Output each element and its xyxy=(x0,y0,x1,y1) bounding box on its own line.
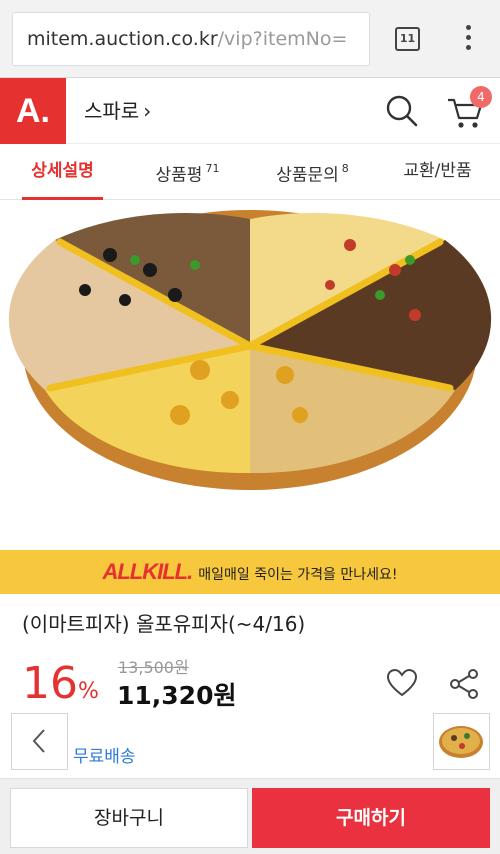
product-image[interactable] xyxy=(0,200,500,550)
discount-number: 16 xyxy=(22,658,78,709)
banner-text: 매일매일 죽이는 가격을 만나세요! xyxy=(198,567,398,583)
product-thumbnail[interactable] xyxy=(433,713,490,770)
chevron-right-icon: › xyxy=(143,99,152,123)
auction-logo[interactable]: A. xyxy=(0,78,66,144)
buy-now-button[interactable]: 구매하기 xyxy=(252,788,490,848)
heart-icon[interactable] xyxy=(386,668,418,698)
allkill-logo: ALLKILL. xyxy=(102,559,193,584)
discount-unit: % xyxy=(78,679,99,704)
allkill-banner[interactable]: ALLKILL. 매일매일 죽이는 가격을 만나세요! xyxy=(0,550,500,594)
url-host: mitem.auction.co.kr xyxy=(27,28,218,50)
product-title: (이마트피자) 올포유피자(~4/16) xyxy=(22,612,306,636)
tab-label: 상세설명 xyxy=(31,161,94,181)
cart-count-badge: 4 xyxy=(470,86,492,108)
store-link[interactable]: 스파로 › xyxy=(84,78,151,144)
discount-rate: 16% xyxy=(22,656,99,720)
tab-switcher-button[interactable]: 11 xyxy=(395,27,420,51)
share-icon[interactable] xyxy=(449,668,479,700)
add-to-cart-button[interactable]: 장바구니 xyxy=(10,788,248,848)
tab-label: 교환/반품 xyxy=(403,161,472,181)
sale-price: 11,320원 xyxy=(117,681,237,710)
tab-returns[interactable]: 교환/반품 xyxy=(375,144,500,199)
tab-label: 상품문의 xyxy=(276,165,339,186)
browser-toolbar: mitem.auction.co.kr/vip?itemNo= 11 xyxy=(0,0,500,78)
url-path: /vip?itemNo= xyxy=(217,28,348,50)
address-bar[interactable]: mitem.auction.co.kr/vip?itemNo= xyxy=(12,12,370,66)
previous-button[interactable] xyxy=(11,713,68,770)
tab-reviews[interactable]: 상품평 71 xyxy=(125,144,250,199)
tab-count: 71 xyxy=(205,162,220,175)
bottom-action-bar: 장바구니 구매하기 xyxy=(0,778,500,854)
store-name: 스파로 xyxy=(84,99,140,123)
tab-questions[interactable]: 상품문의 8 xyxy=(250,144,375,199)
tab-detail[interactable]: 상세설명 xyxy=(0,144,125,200)
app-header: A. 스파로 › xyxy=(0,78,500,144)
free-shipping-label[interactable]: 무료배송 xyxy=(73,742,136,767)
original-price: 13,500원 xyxy=(118,658,189,677)
product-tabs: 상세설명 상품평 71 상품문의 8 교환/반품 xyxy=(0,144,500,200)
tab-label: 상품평 xyxy=(155,165,203,186)
search-icon[interactable] xyxy=(385,94,419,128)
chevron-left-icon xyxy=(32,729,45,753)
tab-count: 8 xyxy=(341,162,349,175)
more-vert-icon[interactable] xyxy=(458,25,478,55)
